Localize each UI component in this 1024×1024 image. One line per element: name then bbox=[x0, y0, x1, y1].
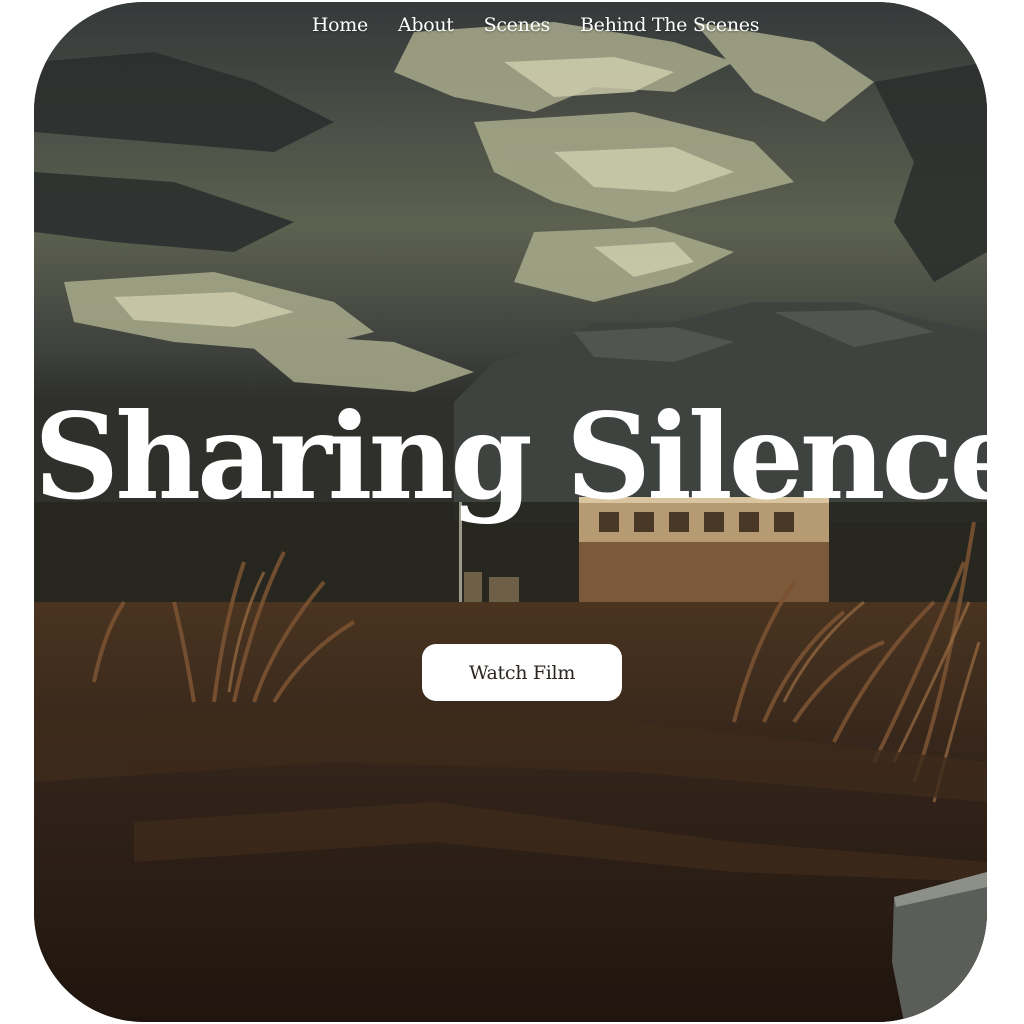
barrel-illustration bbox=[892, 872, 987, 1022]
nav-behind-the-scenes-link[interactable]: Behind The Scenes bbox=[580, 14, 759, 44]
nav-about-link[interactable]: About bbox=[398, 14, 454, 44]
watch-film-button[interactable]: Watch Film bbox=[422, 644, 622, 701]
nav-home-link[interactable]: Home bbox=[312, 14, 368, 44]
nav-scenes-link[interactable]: Scenes bbox=[484, 14, 551, 44]
main-nav: Home About Scenes Behind The Scenes bbox=[34, 14, 987, 44]
hero-title: Sharing Silence bbox=[34, 387, 987, 526]
hero-frame: Home About Scenes Behind The Scenes Shar… bbox=[34, 2, 987, 1022]
